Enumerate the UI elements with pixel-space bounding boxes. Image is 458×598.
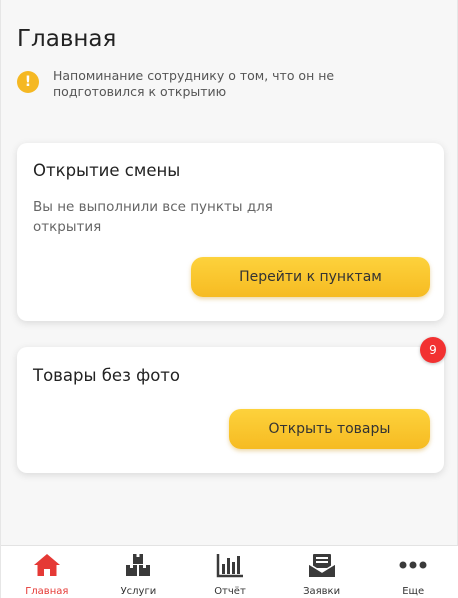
- notice-text: Напоминание сотруднику о том, что он не …: [53, 68, 335, 99]
- bottom-nav: Главная Услуги Отчёт Заявки Еще: [1, 545, 458, 598]
- nav-label: Еще: [402, 586, 425, 597]
- nav-label: Услуги: [120, 586, 157, 597]
- nav-item-services[interactable]: Услуги: [96, 546, 180, 598]
- nav-label: Главная: [25, 586, 69, 597]
- count-badge: 9: [420, 337, 446, 363]
- products-without-photo-card: Товары без фото Открыть товары 9: [17, 337, 446, 473]
- nav-label: Отчёт: [214, 586, 246, 597]
- nav-item-report[interactable]: Отчёт: [188, 546, 272, 598]
- open-products-button[interactable]: Открыть товары: [229, 409, 430, 449]
- nav-item-requests[interactable]: Заявки: [280, 546, 364, 598]
- home-icon: [32, 552, 62, 578]
- page-title: Главная: [17, 26, 117, 52]
- nav-item-more[interactable]: Еще: [371, 546, 455, 598]
- card-title: Открытие смены: [33, 161, 181, 180]
- shift-opening-card: Открытие смены Вы не выполнили все пункт…: [17, 143, 444, 321]
- chart-icon: [215, 552, 245, 578]
- reminder-notice: ! Напоминание сотруднику о том, что он н…: [17, 68, 437, 100]
- card-title: Товары без фото: [33, 366, 181, 385]
- card-description: Вы не выполнили все пункты для открытия: [33, 199, 273, 235]
- nav-item-home[interactable]: Главная: [5, 546, 89, 598]
- boxes-icon: [123, 552, 153, 578]
- main-screen: Главная ! Напоминание сотруднику о том, …: [0, 0, 458, 598]
- more-icon: [398, 552, 428, 578]
- nav-label: Заявки: [303, 586, 341, 597]
- exclamation-circle-icon: !: [17, 71, 39, 93]
- mail-icon: [307, 552, 337, 578]
- go-to-items-button[interactable]: Перейти к пунктам: [191, 257, 430, 297]
